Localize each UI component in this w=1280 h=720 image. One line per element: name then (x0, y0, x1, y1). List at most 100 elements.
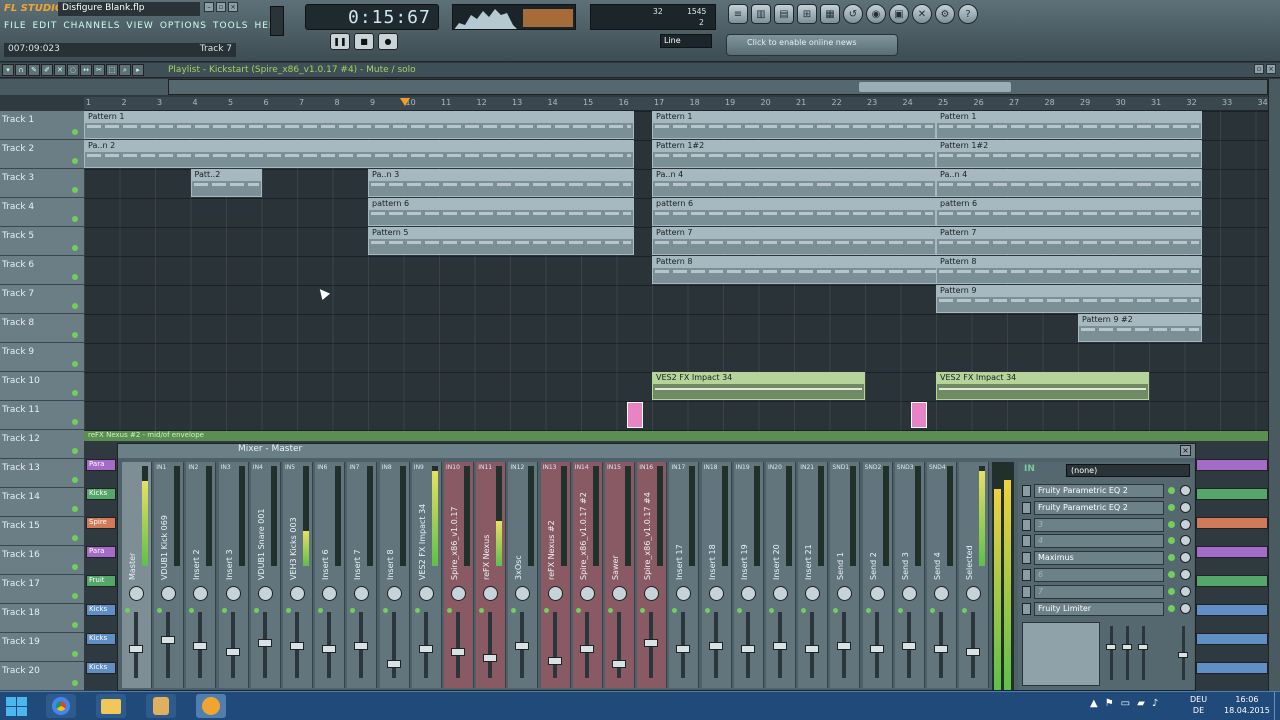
channel-enable-led[interactable] (318, 608, 324, 613)
chrome-icon[interactable] (46, 694, 76, 718)
eq-fader-high[interactable] (1138, 644, 1148, 650)
file-explorer-icon[interactable] (96, 694, 126, 718)
track-mute-led[interactable] (72, 535, 78, 541)
show-hidden-icon[interactable]: ▲ (1090, 698, 1098, 709)
volume-fader[interactable] (354, 642, 369, 650)
mixer-channel[interactable]: IN17 Insert 17 (669, 462, 700, 688)
fx-mix-knob[interactable] (1180, 518, 1191, 530)
channel-enable-led[interactable] (930, 608, 935, 613)
pan-knob[interactable] (934, 586, 949, 601)
slot-menu-icon[interactable] (1022, 485, 1031, 497)
track-header[interactable]: Track 15 (0, 517, 84, 546)
menu-icon[interactable]: ▾ (2, 64, 14, 76)
fx-slot[interactable]: 6 (1022, 568, 1191, 583)
playlist-clip[interactable]: Kicks (86, 604, 116, 616)
volume-fader[interactable] (547, 657, 562, 665)
settings-icon[interactable]: ⚙ (935, 4, 955, 24)
pan-knob[interactable] (451, 586, 466, 601)
mixer-channel[interactable]: IN2 Insert 2 (186, 462, 217, 688)
magnet-icon[interactable]: ∩ (15, 64, 27, 76)
pan-knob[interactable] (386, 586, 402, 601)
pan-knob[interactable] (483, 586, 499, 601)
volume-fader[interactable] (837, 642, 852, 650)
pan-knob[interactable] (612, 586, 627, 601)
volume-fader[interactable] (579, 645, 594, 653)
eq-graph[interactable] (1022, 622, 1100, 686)
pan-knob[interactable] (161, 586, 177, 601)
channel-enable-led[interactable] (865, 608, 871, 613)
volume-fader[interactable] (612, 660, 626, 668)
channel-enable-led[interactable] (575, 608, 581, 613)
system-clock[interactable]: 16:06 18.04.2015 (1224, 694, 1270, 716)
fx-enable-led[interactable] (1168, 503, 1175, 511)
volume-fader[interactable] (676, 645, 691, 653)
mixer-channel[interactable]: IN7 Insert 7 (347, 462, 378, 688)
pattern-clip[interactable]: pattern 6 (368, 198, 635, 226)
fx-input-select[interactable]: (none) (1066, 464, 1190, 477)
mixer-channel[interactable]: IN1 VDUB1 Kick 069 (154, 462, 185, 688)
playhead-marker[interactable] (400, 98, 410, 106)
channel-enable-led[interactable] (447, 608, 452, 613)
menu-item-channels[interactable]: CHANNELS (63, 21, 120, 35)
volume-fader[interactable] (257, 639, 272, 647)
mixer-channel[interactable]: IN18 Insert 18 (701, 462, 732, 688)
fx-slot-name[interactable]: Maximus (1034, 551, 1164, 566)
mixer-channel[interactable]: IN13 reFX Nexus #2 (540, 462, 571, 688)
volume-fader[interactable] (129, 645, 143, 653)
pattern-clip[interactable]: Pattern 1#2 (652, 140, 936, 168)
channel-enable-led[interactable] (511, 608, 517, 613)
volume-fader[interactable] (805, 645, 820, 653)
track-header[interactable]: Track 1 (0, 111, 84, 140)
channel-enable-led[interactable] (479, 608, 485, 613)
channel-enable-led[interactable] (769, 608, 774, 613)
snap-select[interactable]: Line (660, 34, 712, 48)
pan-knob[interactable] (708, 586, 724, 601)
pattern-clip[interactable]: pattern 6 (936, 198, 1203, 226)
fx-slot[interactable]: 7 (1022, 584, 1191, 600)
fx-slot[interactable]: Fruity Parametric EQ 2 (1022, 484, 1191, 499)
eq-fader-low[interactable] (1106, 644, 1116, 650)
network-icon[interactable]: ▰ (1137, 698, 1145, 709)
pan-knob[interactable] (515, 586, 531, 601)
pattern-clip[interactable]: Pattern 8 (652, 256, 945, 284)
track-header[interactable]: Track 8 (0, 314, 84, 343)
volume-fader[interactable] (901, 642, 916, 650)
fx-slot-name[interactable]: Fruity Limiter (1034, 601, 1164, 616)
scroll-thumb[interactable] (859, 82, 1011, 92)
paint-icon[interactable]: ✐ (41, 64, 53, 76)
mixer-channel[interactable]: IN20 Insert 20 (766, 462, 796, 688)
volume-fader[interactable] (966, 648, 981, 656)
playlist-clip[interactable]: Kicks (86, 488, 116, 500)
track-mute-led[interactable] (72, 593, 78, 599)
fx-slot-name[interactable]: 6 (1034, 568, 1164, 582)
pattern-clip[interactable]: Pattern 7 (936, 227, 1203, 255)
track-mute-led[interactable] (72, 361, 78, 367)
sample-clip[interactable] (911, 402, 928, 428)
track-mute-led[interactable] (72, 303, 78, 309)
channel-enable-led[interactable] (897, 608, 903, 613)
pattern-clip[interactable]: Pattern 1#2 (936, 140, 1203, 168)
track-header[interactable]: Track 7 (0, 285, 84, 314)
online-news-panel[interactable]: Click to enable online news (726, 34, 898, 56)
mixer-channel[interactable]: IN8 Insert 8 (379, 462, 410, 688)
pattern-clip[interactable]: Pattern 9 (936, 285, 1203, 313)
fl-studio-taskbar-icon[interactable] (196, 694, 226, 718)
pan-knob[interactable] (773, 586, 788, 601)
fx-slot-name[interactable]: Fruity Parametric EQ 2 (1034, 484, 1164, 498)
track-header[interactable]: Track 19 (0, 633, 84, 662)
mixer-channel[interactable]: IN3 Insert 3 (218, 462, 249, 688)
pan-knob[interactable] (354, 586, 370, 601)
mixer-channel[interactable]: IN11 reFX Nexus (476, 462, 507, 688)
track-header[interactable]: Track 2 (0, 140, 84, 169)
mixer-channel[interactable]: IN15 Sawer (605, 462, 635, 688)
help-icon[interactable]: ? (958, 4, 978, 24)
track-mute-led[interactable] (72, 332, 78, 338)
track-mute-led[interactable] (72, 651, 78, 657)
track-header[interactable]: Track 10 (0, 372, 84, 401)
channel-enable-led[interactable] (125, 608, 130, 613)
eq-fader-mid[interactable] (1122, 644, 1132, 650)
mixer-channel[interactable]: IN19 Insert 19 (733, 462, 764, 688)
fx-slot[interactable]: 4 (1022, 534, 1191, 549)
channel-enable-led[interactable] (382, 608, 388, 613)
track-header[interactable]: Track 11 (0, 401, 84, 430)
